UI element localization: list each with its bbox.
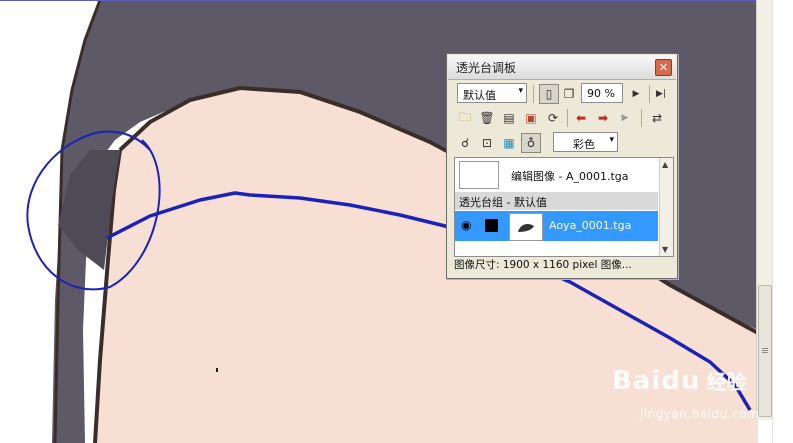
page-button[interactable]: ▯	[539, 84, 559, 104]
skip-end-icon: ▶|	[656, 89, 666, 99]
onion-skin-icon: ♁	[526, 136, 536, 150]
toolbar-row-2: 🗀 🗑 ▤ ▣ ⟳ ⬅ ➡ ▶ ⇄	[453, 107, 671, 129]
forward-button[interactable]: ▶	[615, 108, 635, 128]
thumbnail-sketch	[518, 224, 534, 232]
close-icon: ✕	[658, 61, 669, 74]
arrow-right-icon: ➡	[597, 111, 609, 125]
zoom-value: 90 %	[587, 87, 615, 100]
separator	[641, 109, 642, 127]
palette-titlebar[interactable]: 透光台调板 ✕	[448, 55, 676, 80]
close-button[interactable]: ✕	[655, 59, 672, 76]
hand-icon: ☌	[460, 136, 470, 150]
edit-layer-row[interactable]: 编辑图像 - A_0001.tga	[455, 160, 658, 190]
chevron-down-icon: ▾	[609, 135, 614, 145]
color-mode-value: 彩色	[573, 138, 595, 151]
next-button[interactable]: ➡	[593, 108, 613, 128]
status-bar: 图像尺寸: 1900 x 1160 pixel 图像...	[454, 259, 632, 271]
refresh-icon: ⟳	[547, 111, 559, 125]
refresh-button[interactable]: ⟳	[543, 108, 563, 128]
layer-color-swatch[interactable]	[485, 219, 498, 232]
point-button[interactable]: ⊡	[477, 133, 497, 153]
last-frame-button[interactable]: ▶|	[651, 84, 671, 104]
color-mode-combo[interactable]: 彩色 ▾	[553, 132, 618, 152]
open-button[interactable]: 🗀	[455, 108, 475, 128]
play-small-icon: ▶	[621, 113, 629, 123]
toolbar-row-1: 默认值 ▾ ▯ ❐ 90 % ▶ ▶|	[453, 83, 671, 105]
play-button[interactable]: ▶	[626, 84, 646, 104]
stack-icon: ▤	[503, 111, 515, 125]
eye-icon[interactable]: ◉	[461, 218, 471, 232]
scrollbar-thumb[interactable]	[758, 285, 772, 417]
grid-button[interactable]: ▦	[499, 133, 519, 153]
edit-layer-thumbnail	[459, 161, 499, 189]
document-settings-icon: ▣	[525, 111, 537, 125]
scroll-up-icon[interactable]: ▲	[662, 160, 668, 169]
selected-layer-label: Aoya_0001.tga	[549, 219, 632, 232]
lightbox-group-row[interactable]: 透光台组 - 默认值	[455, 192, 658, 210]
prev-button[interactable]: ⬅	[571, 108, 591, 128]
delete-button[interactable]: 🗑	[477, 108, 497, 128]
watermark-url: jingyan.baidu.com	[640, 407, 760, 421]
group-label: 透光台组 - 默认值	[459, 196, 547, 209]
zoom-field[interactable]: 90 %	[581, 83, 623, 103]
play-icon: ▶	[632, 89, 640, 99]
vertical-scrollbar[interactable]	[756, 0, 772, 420]
layers-button[interactable]: ▤	[499, 108, 519, 128]
layers-list[interactable]: 编辑图像 - A_0001.tga 透光台组 - 默认值 ◉ Aoya_0001…	[454, 157, 674, 257]
grip-icon	[762, 348, 768, 349]
folder-open-icon: 🗀	[458, 109, 471, 124]
preset-value: 默认值	[463, 89, 496, 102]
page-icon: ▯	[545, 87, 553, 101]
swap-button[interactable]: ⇄	[647, 108, 667, 128]
layers-scrollbar[interactable]: ▲ ▼	[659, 158, 673, 256]
separator	[533, 85, 534, 103]
copy-page-button[interactable]: ❐	[559, 84, 579, 104]
scroll-down-icon[interactable]: ▼	[662, 245, 668, 254]
right-panel-edge	[772, 0, 793, 443]
preset-combo[interactable]: 默认值 ▾	[457, 83, 527, 103]
toolbar-row-3: ☌ ⊡ ▦ ♁ 彩色 ▾	[453, 132, 671, 154]
hand-tool-button[interactable]: ☌	[455, 133, 475, 153]
watermark-product: 经验	[706, 370, 747, 394]
copy-pages-icon: ❐	[563, 87, 575, 101]
selected-layer-row[interactable]: ◉ Aoya_0001.tga	[455, 211, 658, 241]
stray-dot	[216, 368, 218, 372]
selected-layer-thumbnail	[509, 213, 543, 241]
arrow-left-icon: ⬅	[575, 111, 587, 125]
palette-title: 透光台调板	[456, 61, 517, 75]
properties-button[interactable]: ▣	[521, 108, 541, 128]
watermark: Baidu 经验	[612, 366, 746, 396]
window-top-border	[0, 0, 793, 1]
dot-square-icon: ⊡	[481, 136, 493, 150]
separator	[649, 85, 650, 103]
swap-icon: ⇄	[651, 111, 663, 125]
watermark-brand: Baidu	[612, 366, 701, 396]
grid-icon: ▦	[503, 136, 515, 150]
onion-skin-button[interactable]: ♁	[521, 133, 541, 153]
trash-icon: 🗑	[479, 111, 495, 125]
separator	[567, 109, 568, 127]
lightbox-palette: 透光台调板 ✕ 默认值 ▾ ▯ ❐ 90 % ▶ ▶| 🗀 🗑 ▤ ▣ ⟳ ⬅ ➡…	[446, 53, 678, 279]
edit-layer-label: 编辑图像 - A_0001.tga	[511, 170, 629, 183]
chevron-down-icon: ▾	[518, 86, 523, 96]
